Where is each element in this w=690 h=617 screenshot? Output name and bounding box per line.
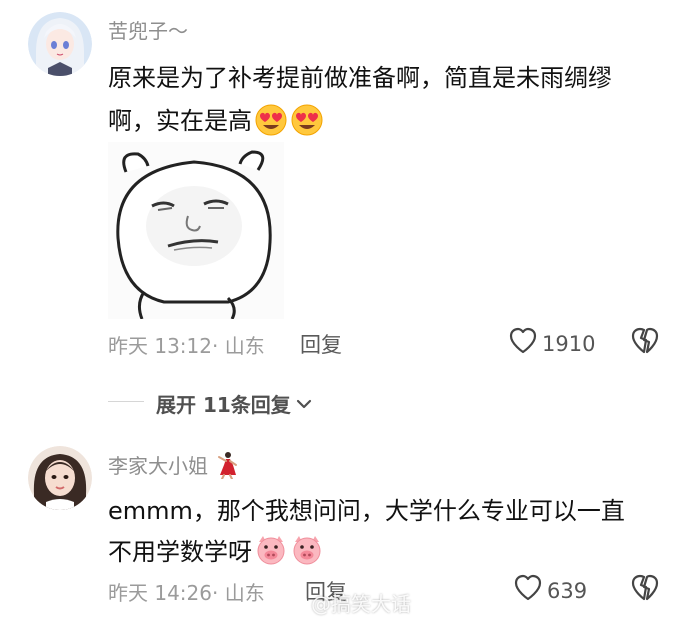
comment-text-content: 啊，实在是高 <box>108 107 252 135</box>
dislike-button[interactable] <box>630 327 660 359</box>
username-text: 李家大小姐 <box>108 454 208 478</box>
like-button[interactable]: 639 <box>513 574 587 607</box>
like-count: 1910 <box>542 331 596 356</box>
pig-face-emoji <box>290 534 324 572</box>
heart-outline-icon <box>513 574 543 607</box>
heart-outline-icon <box>508 327 538 360</box>
reply-button[interactable]: 回复 <box>300 329 342 359</box>
comment-timestamp: 昨天 13:12· 山东 <box>108 334 265 358</box>
comment-thread: 苦兜子～ 原来是为了补考提前做准备啊，简直是未雨绸缪 啊，实在是高 昨天 13:… <box>0 0 690 617</box>
expand-replies-label: 展开 11条回复 <box>156 393 291 417</box>
comment-text-line: emmm，那个我想问问，大学什么专业可以一直 <box>108 497 625 525</box>
chevron-down-icon <box>295 392 313 416</box>
comment-text-line: 不用学数学呀 <box>108 532 324 572</box>
avatar[interactable] <box>28 446 92 510</box>
like-button[interactable]: 1910 <box>508 327 595 360</box>
broken-heart-icon <box>631 327 659 354</box>
comment-text-content: 不用学数学呀 <box>108 538 252 566</box>
heart-eyes-emoji <box>290 102 324 142</box>
expand-replies-button[interactable]: 展开 11条回复 <box>156 389 313 418</box>
comment-text-line: 啊，实在是高 <box>108 101 324 142</box>
pig-face-emoji <box>254 534 288 572</box>
comment-text-line: 原来是为了补考提前做准备啊，简直是未雨绸缪 <box>108 64 612 92</box>
broken-heart-icon <box>631 574 659 601</box>
sticker-image[interactable] <box>108 142 284 319</box>
comment-username[interactable]: 李家大小姐 <box>108 450 240 484</box>
dancer-emoji <box>214 451 240 484</box>
weibo-logo-icon <box>285 593 309 617</box>
like-count: 639 <box>547 578 588 603</box>
weibo-watermark: @搞笑大话 <box>285 588 411 617</box>
divider-line <box>108 401 144 402</box>
comment-timestamp: 昨天 14:26· 山东 <box>108 581 265 605</box>
heart-eyes-emoji <box>254 102 288 142</box>
watermark-text: @搞笑大话 <box>311 592 411 616</box>
dislike-button[interactable] <box>630 574 660 606</box>
avatar[interactable] <box>28 12 92 76</box>
comment-username[interactable]: 苦兜子～ <box>108 15 188 44</box>
